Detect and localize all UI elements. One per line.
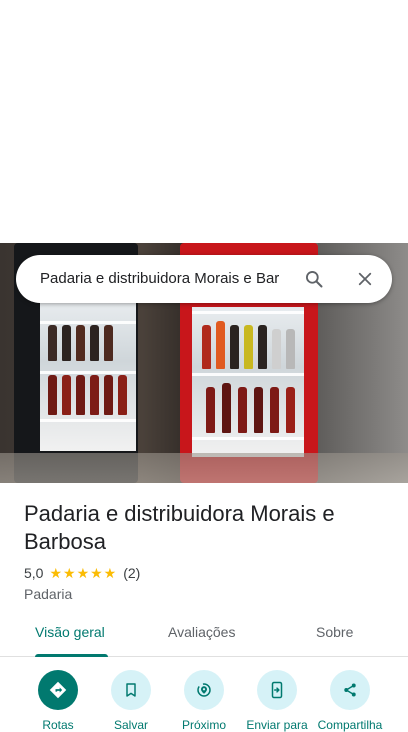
share-label: Compartilha bbox=[317, 718, 383, 732]
action-bar: Rotas Salvar Próximo Enviar para Compart… bbox=[0, 668, 408, 732]
rating-row[interactable]: 5,0 ★★★★★ (2) bbox=[24, 564, 384, 582]
star-rating-icon: ★★★★★ bbox=[49, 565, 118, 581]
search-bar[interactable]: Padaria e distribuidora Morais e Bar bbox=[16, 255, 392, 303]
search-input[interactable]: Padaria e distribuidora Morais e Bar bbox=[40, 269, 286, 289]
nearby-button[interactable]: Próximo bbox=[164, 670, 244, 732]
bookmark-icon bbox=[111, 670, 151, 710]
place-title: Padaria e distribuidora Morais e Barbosa bbox=[24, 501, 335, 554]
tab-overview[interactable]: Visão geral bbox=[35, 624, 105, 640]
directions-label: Rotas bbox=[42, 718, 74, 732]
send-to-phone-button[interactable]: Enviar para bbox=[237, 670, 317, 732]
place-category: Padaria bbox=[24, 586, 73, 602]
map-area[interactable] bbox=[0, 0, 408, 243]
search-icon[interactable] bbox=[302, 267, 326, 291]
send-to-phone-icon bbox=[257, 670, 297, 710]
rating-value: 5,0 bbox=[24, 565, 44, 581]
review-count[interactable]: (2) bbox=[123, 564, 140, 582]
active-tab-indicator bbox=[35, 654, 108, 657]
save-label: Salvar bbox=[113, 718, 148, 732]
save-button[interactable]: Salvar bbox=[91, 670, 171, 732]
tab-reviews[interactable]: Avaliações bbox=[168, 624, 235, 640]
nearby-label: Próximo bbox=[181, 718, 226, 732]
share-icon bbox=[330, 670, 370, 710]
nearby-icon bbox=[184, 670, 224, 710]
place-info: Padaria e distribuidora Morais e Barbosa… bbox=[24, 500, 384, 602]
tab-bar: Visão geral Avaliações Sobre bbox=[0, 614, 408, 657]
send-to-phone-label: Enviar para bbox=[246, 718, 308, 732]
directions-button[interactable]: Rotas bbox=[18, 670, 98, 732]
directions-icon bbox=[38, 670, 78, 710]
floor-image bbox=[0, 453, 408, 483]
share-button[interactable]: Compartilha bbox=[310, 670, 390, 732]
close-icon[interactable] bbox=[353, 267, 377, 291]
tab-about[interactable]: Sobre bbox=[316, 624, 353, 640]
